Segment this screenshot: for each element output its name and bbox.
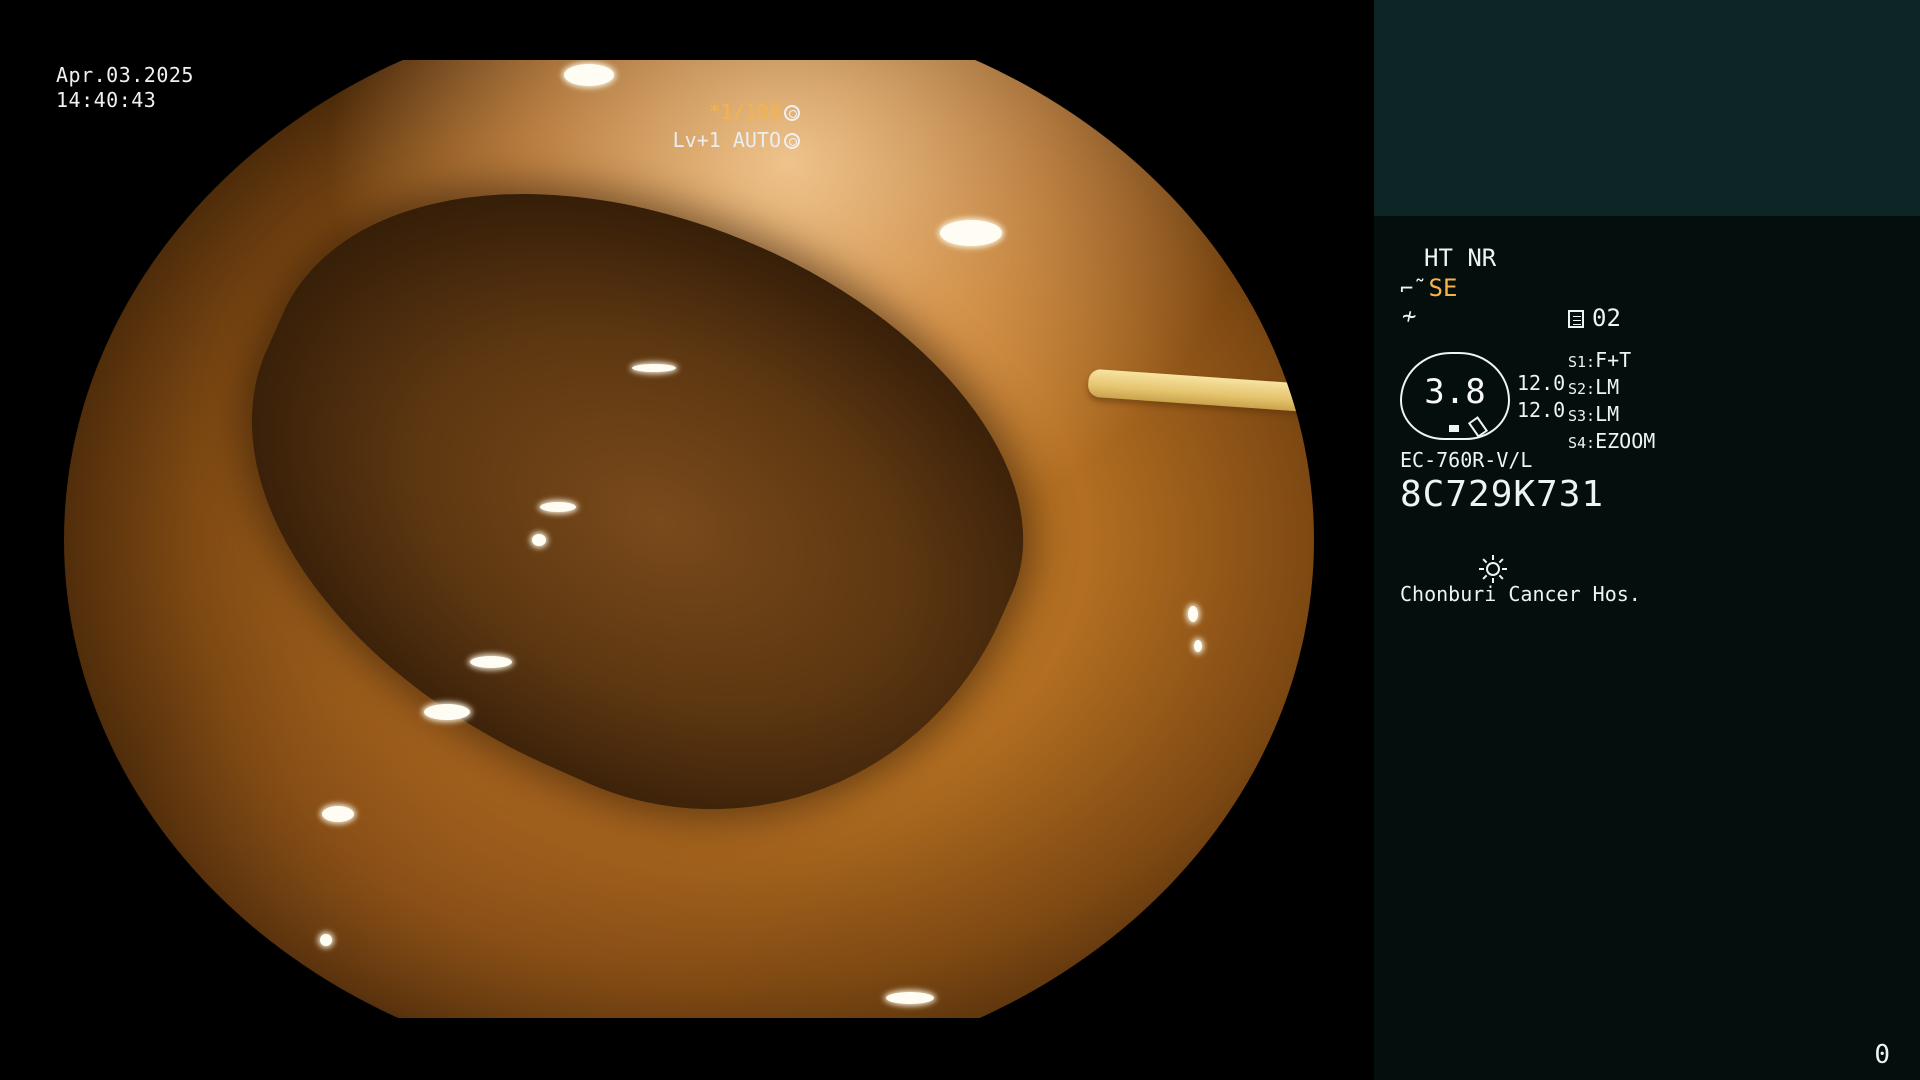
gauge-values: 12.0 12.0 [1517,370,1565,424]
value-a: 12.0 [1517,371,1566,395]
lumen [158,80,1100,910]
glare [424,704,470,720]
light-icon [1479,555,1508,583]
glare [322,806,354,822]
switch-row: S1:F+T [1568,348,1632,372]
glare [886,992,934,1004]
scope-serial: 8C729K731 [1400,474,1605,515]
glare [320,934,332,946]
instrument-tip [1087,368,1314,416]
date-text: Apr.03.2025 [56,63,194,87]
switch-row: S4:EZOOM [1568,429,1656,453]
exposure-info: *1/100 Lv+1 AUTO [673,98,800,154]
bottom-mask [0,1018,1374,1080]
time-text: 14:40:43 [56,88,157,112]
date-time: Apr.03.2025 14:40:43 [56,63,194,113]
memory-row: 02 [1568,304,1621,332]
document-icon [1568,310,1584,328]
endoscope-image [64,0,1314,1080]
shutter-icon [784,105,800,121]
image-counter: 0 [1874,1040,1890,1070]
glare [564,64,614,86]
switch-row: S3:LM [1568,402,1620,426]
memory-value: 02 [1592,304,1621,332]
value-b: 12.0 [1517,398,1566,422]
iris-value: 3.8 [1424,372,1486,412]
processing-mode: HT NR [1424,244,1497,272]
top-mask [0,0,1374,60]
gauge-marker [1449,425,1459,432]
glare [632,364,676,372]
switch-assignments: S1:F+T S2:LM S3:LM S4:EZOOM [1568,348,1655,456]
glare [1188,606,1198,622]
enhancement-mode: SE [1428,274,1458,302]
endoscopy-screen: Apr.03.2025 14:40:43 *1/100 Lv+1 AUTO HT… [0,0,1920,1080]
slash-icon: ≁ [1402,302,1417,330]
scope-icon: ⌐˜ [1400,277,1427,302]
info-panel: HT NR ⌐˜SE ≁ 02 3.8 12.0 12.0 S1:F+T S2:… [1374,0,1920,1080]
glare [1194,640,1202,652]
endoscope-view: Apr.03.2025 14:40:43 *1/100 Lv+1 AUTO [0,0,1374,1080]
switch-row: S2:LM [1568,375,1620,399]
scope-model: EC-760R-V/L [1400,448,1533,472]
auto-level: Lv+1 AUTO [672,128,781,152]
iris-gauge: 3.8 [1400,352,1510,440]
glare [540,502,576,512]
gauge-tilt-icon [1467,416,1489,438]
thumbnail-area [1374,0,1920,216]
hospital-name: Chonburi Cancer Hos. [1400,582,1641,606]
enhancement-row: ⌐˜SE [1400,274,1457,302]
auto-level-icon [784,133,800,149]
glare [532,534,546,546]
glare [940,220,1002,246]
light-row [1400,530,1508,755]
glare [470,656,512,668]
shutter-speed: *1/100 [708,100,781,124]
